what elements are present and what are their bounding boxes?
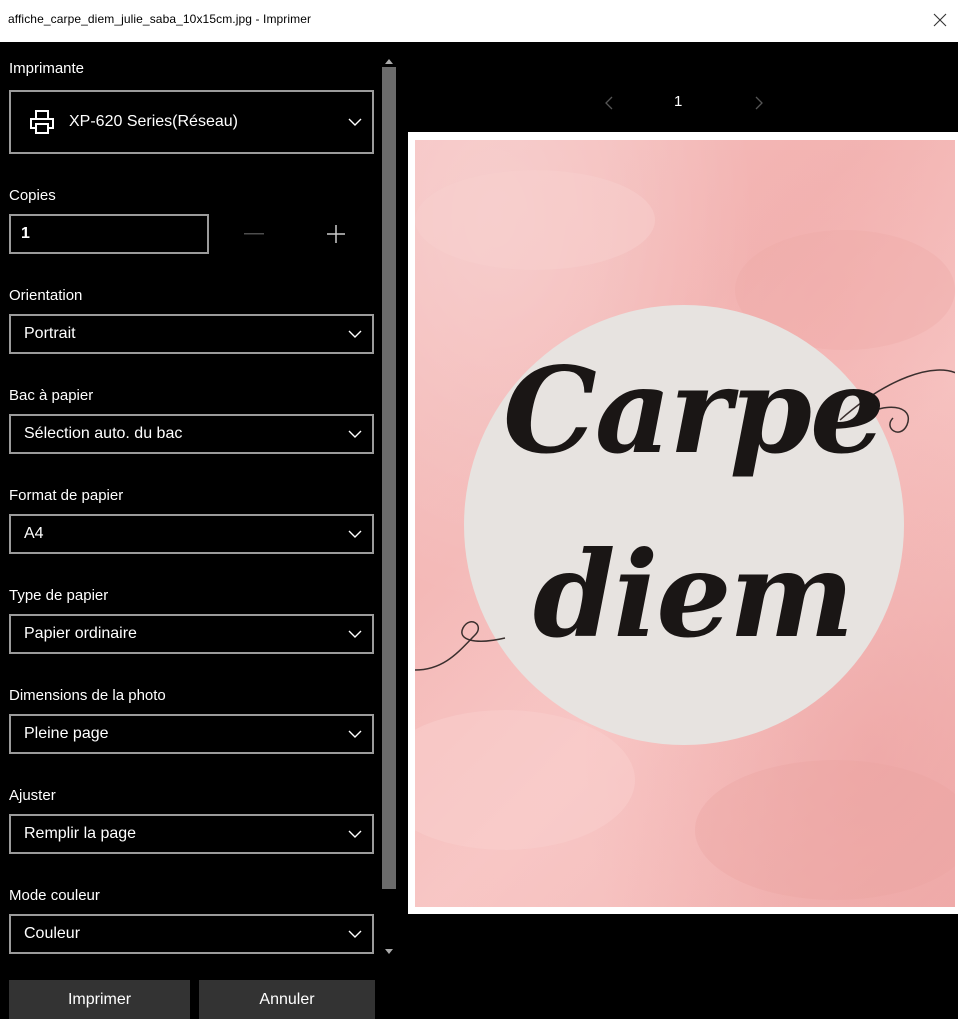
caret-down-icon [385,948,393,954]
scroll-down-button[interactable] [381,946,397,956]
increment-copies-button[interactable] [316,214,356,254]
paper-type-select[interactable]: Papier ordinaire [9,614,374,654]
page-navigator: 1 [398,88,958,118]
printer-icon [25,105,59,139]
copies-label: Copies [9,187,56,204]
paper-tray-value: Sélection auto. du bac [24,425,183,442]
fit-value: Remplir la page [24,825,137,842]
chevron-down-icon [338,916,372,952]
print-button[interactable]: Imprimer [9,980,190,1019]
page-number: 1 [674,93,683,110]
minus-icon [244,233,264,235]
chevron-down-icon [338,716,372,752]
caret-up-icon [385,58,393,64]
chevron-down-icon [338,516,372,552]
photo-size-label: Dimensions de la photo [9,687,166,704]
plus-icon [327,225,345,243]
scroll-up-button[interactable] [381,56,397,66]
print-settings-panel: Imprimante XP-620 Series(Réseau) Copies … [0,42,398,1019]
chevron-down-icon [338,416,372,452]
orientation-select[interactable]: Portrait [9,314,374,354]
settings-scroll-area[interactable]: Imprimante XP-620 Series(Réseau) Copies … [0,42,380,958]
copies-input[interactable]: 1 [9,214,209,254]
printer-label: Imprimante [9,60,85,77]
title-bar: affiche_carpe_diem_julie_saba_10x15cm.jp… [0,0,958,42]
paper-size-label: Format de papier [9,487,124,504]
color-mode-select[interactable]: Couleur [9,914,374,954]
chevron-right-icon [755,96,763,110]
paper-type-value: Papier ordinaire [24,625,137,642]
window-title: affiche_carpe_diem_julie_saba_10x15cm.jp… [8,12,312,26]
print-preview: 1 Carpe diem [398,42,958,1019]
chevron-down-icon [338,816,372,852]
printer-value: XP-620 Series(Réseau) [69,113,238,130]
close-button[interactable] [928,8,952,32]
scrollbar-thumb[interactable] [382,67,396,889]
photo-size-value: Pleine page [24,725,109,742]
chevron-down-icon [338,316,372,352]
poster-text-line1: Carpe [503,341,885,480]
color-mode-label: Mode couleur [9,887,100,904]
paper-size-select[interactable]: A4 [9,514,374,554]
paper-tray-label: Bac à papier [9,387,94,404]
preview-page: Carpe diem [408,132,958,914]
paper-type-label: Type de papier [9,587,109,604]
paper-tray-select[interactable]: Sélection auto. du bac [9,414,374,454]
chevron-down-icon [338,616,372,652]
color-mode-value: Couleur [24,925,81,942]
poster-text-line2: diem [533,525,854,664]
cancel-button[interactable]: Annuler [199,980,375,1019]
previous-page-button[interactable] [598,92,620,114]
paper-size-value: A4 [24,525,44,542]
chevron-left-icon [605,96,613,110]
fit-label: Ajuster [9,787,56,804]
orientation-value: Portrait [24,325,76,342]
orientation-label: Orientation [9,287,83,304]
printer-select[interactable]: XP-620 Series(Réseau) [9,90,374,154]
chevron-down-icon [338,92,372,152]
poster-image: Carpe diem [415,140,955,907]
close-icon [933,13,947,27]
decrement-copies-button[interactable] [234,214,274,254]
fit-select[interactable]: Remplir la page [9,814,374,854]
photo-size-select[interactable]: Pleine page [9,714,374,754]
next-page-button[interactable] [748,92,770,114]
settings-scrollbar[interactable] [381,56,397,958]
